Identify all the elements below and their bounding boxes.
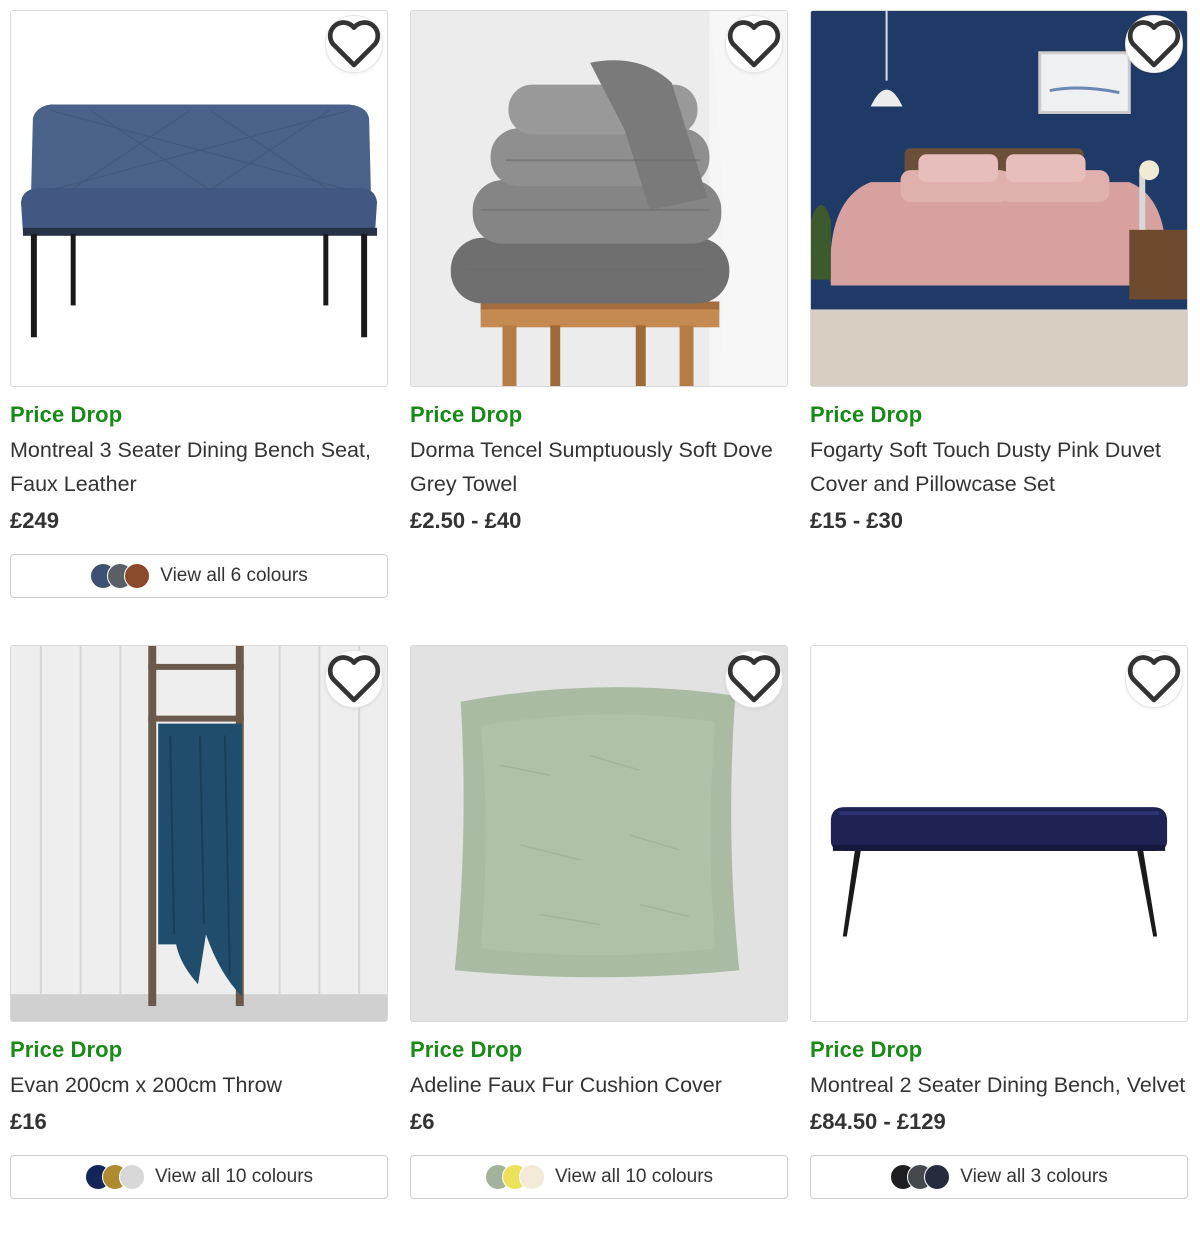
view-colours-button[interactable]: View all 6 colours <box>10 554 388 598</box>
price-drop-badge: Price Drop <box>410 402 523 427</box>
product-image[interactable] <box>410 645 788 1022</box>
heart-outline-icon <box>1127 20 1181 68</box>
heart-outline-icon <box>727 20 781 68</box>
colour-swatches <box>84 1164 145 1190</box>
price-drop-badge: Price Drop <box>810 1037 923 1062</box>
product-image[interactable] <box>810 645 1188 1022</box>
colour-swatch <box>118 1164 145 1190</box>
view-colours-label: View all 3 colours <box>960 1166 1108 1187</box>
price-drop-badge: Price Drop <box>10 402 123 427</box>
product-name[interactable]: Adeline Faux Fur Cushion Cover <box>410 1068 788 1102</box>
price-drop-badge: Price Drop <box>410 1037 523 1062</box>
product-card[interactable]: Price Drop Adeline Faux Fur Cushion Cove… <box>410 645 788 1199</box>
product-name[interactable]: Fogarty Soft Touch Dusty Pink Duvet Cove… <box>810 433 1188 501</box>
colour-swatch <box>124 563 151 589</box>
colour-swatches <box>90 563 151 589</box>
product-price: £16 <box>10 1109 47 1134</box>
favourite-button[interactable] <box>725 650 783 708</box>
product-price: £84.50 - £129 <box>810 1109 946 1134</box>
favourite-button[interactable] <box>1125 650 1183 708</box>
colour-swatches <box>890 1164 951 1190</box>
product-card[interactable]: Price Drop Montreal 2 Seater Dining Benc… <box>810 645 1188 1199</box>
view-colours-label: View all 10 colours <box>154 1166 314 1187</box>
colour-swatches <box>484 1164 545 1190</box>
heart-outline-icon <box>1127 655 1181 703</box>
product-name[interactable]: Montreal 3 Seater Dining Bench Seat, Fau… <box>10 433 388 501</box>
price-drop-badge: Price Drop <box>10 1037 123 1062</box>
favourite-button[interactable] <box>725 15 783 73</box>
product-card[interactable]: Price Drop Evan 200cm x 200cm Throw £16 … <box>10 645 388 1199</box>
product-image[interactable] <box>10 10 388 387</box>
product-card[interactable]: Price Drop Montreal 3 Seater Dining Benc… <box>10 10 388 598</box>
price-drop-badge: Price Drop <box>810 402 923 427</box>
product-card[interactable]: Price Drop Fogarty Soft Touch Dusty Pink… <box>810 10 1188 536</box>
heart-outline-icon <box>327 20 381 68</box>
view-colours-label: View all 10 colours <box>554 1166 714 1187</box>
favourite-button[interactable] <box>325 650 383 708</box>
view-colours-label: View all 6 colours <box>160 565 308 586</box>
product-price: £6 <box>410 1109 435 1134</box>
product-name[interactable]: Montreal 2 Seater Dining Bench, Velvet <box>810 1068 1188 1102</box>
product-price: £15 - £30 <box>810 508 903 533</box>
product-image[interactable] <box>410 10 788 387</box>
heart-outline-icon <box>727 655 781 703</box>
product-price: £2.50 - £40 <box>410 508 522 533</box>
view-colours-button[interactable]: View all 10 colours <box>10 1155 388 1199</box>
favourite-button[interactable] <box>325 15 383 73</box>
favourite-button[interactable] <box>1125 15 1183 73</box>
product-name[interactable]: Dorma Tencel Sumptuously Soft Dove Grey … <box>410 433 788 501</box>
product-name[interactable]: Evan 200cm x 200cm Throw <box>10 1068 388 1102</box>
view-colours-button[interactable]: View all 10 colours <box>410 1155 788 1199</box>
heart-outline-icon <box>327 655 381 703</box>
colour-swatch <box>518 1164 545 1190</box>
product-card[interactable]: Price Drop Dorma Tencel Sumptuously Soft… <box>410 10 788 536</box>
colour-swatch <box>924 1164 951 1190</box>
product-image[interactable] <box>10 645 388 1022</box>
product-price: £249 <box>10 508 59 533</box>
product-image[interactable] <box>810 10 1188 387</box>
view-colours-button[interactable]: View all 3 colours <box>810 1155 1188 1199</box>
